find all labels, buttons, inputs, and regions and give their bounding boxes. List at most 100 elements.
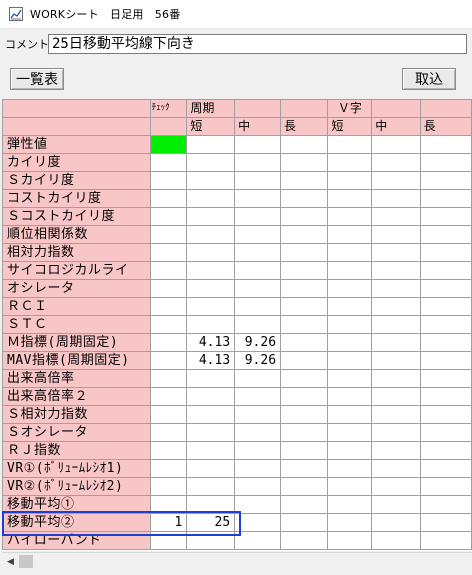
table-row[interactable]: ＲＪ指数 — [2, 441, 472, 460]
vshape-mid-cell[interactable] — [371, 189, 421, 208]
cycle-long-cell[interactable] — [280, 369, 329, 388]
table-row[interactable]: 弾性値 — [2, 135, 472, 154]
cycle-short-cell[interactable] — [186, 279, 236, 298]
vshape-mid-cell[interactable] — [371, 315, 421, 334]
cycle-long-cell[interactable] — [280, 387, 329, 406]
table-row[interactable]: ＳＴＣ — [2, 315, 472, 334]
vshape-short-cell[interactable] — [327, 369, 373, 388]
check-cell[interactable] — [149, 495, 188, 514]
cycle-mid-cell[interactable] — [234, 279, 282, 298]
cycle-long-cell[interactable] — [280, 333, 329, 352]
cycle-short-cell[interactable] — [186, 423, 236, 442]
check-cell[interactable] — [149, 261, 188, 280]
table-row[interactable]: Ｓカイリ度 — [2, 171, 472, 190]
vshape-short-cell[interactable] — [327, 531, 373, 550]
vshape-mid-cell[interactable] — [371, 513, 421, 532]
vshape-long-cell[interactable] — [419, 279, 472, 298]
table-row[interactable]: 移動平均② 1 25 — [2, 513, 472, 532]
table-row[interactable]: オシレータ — [2, 279, 472, 298]
vshape-long-cell[interactable] — [419, 351, 472, 370]
vshape-short-cell[interactable] — [327, 351, 373, 370]
vshape-mid-cell[interactable] — [371, 225, 421, 244]
cycle-long-cell[interactable] — [280, 423, 329, 442]
cycle-long-cell[interactable] — [280, 513, 329, 532]
table-row[interactable]: Ｍ指標(周期固定) 4.13 9.26 — [2, 333, 472, 352]
cycle-long-cell[interactable] — [280, 351, 329, 370]
vshape-short-cell[interactable] — [327, 387, 373, 406]
cycle-long-cell[interactable] — [280, 171, 329, 190]
check-cell[interactable] — [149, 351, 188, 370]
vshape-mid-cell[interactable] — [371, 531, 421, 550]
check-cell[interactable]: 1 — [149, 513, 188, 532]
vshape-short-cell[interactable] — [327, 459, 373, 478]
cycle-short-cell[interactable] — [186, 297, 236, 316]
vshape-mid-cell[interactable] — [371, 387, 421, 406]
check-cell[interactable] — [149, 405, 188, 424]
table-row[interactable]: 出来高倍率２ — [2, 387, 472, 406]
table-row[interactable]: 順位相関係数 — [2, 225, 472, 244]
cycle-short-cell[interactable] — [186, 225, 236, 244]
table-row[interactable]: 相対力指数 — [2, 243, 472, 262]
scrollbar-thumb[interactable] — [19, 555, 33, 568]
vshape-short-cell[interactable] — [327, 243, 373, 262]
cycle-long-cell[interactable] — [280, 225, 329, 244]
cycle-short-cell[interactable] — [186, 369, 236, 388]
vshape-short-cell[interactable] — [327, 333, 373, 352]
vshape-short-cell[interactable] — [327, 153, 373, 172]
vshape-long-cell[interactable] — [419, 513, 472, 532]
check-cell[interactable] — [149, 189, 188, 208]
cycle-mid-cell[interactable]: 9.26 — [234, 351, 282, 370]
horizontal-scrollbar[interactable]: ◀ — [2, 552, 472, 570]
vshape-mid-cell[interactable] — [371, 351, 421, 370]
vshape-mid-cell[interactable] — [371, 477, 421, 496]
vshape-long-cell[interactable] — [419, 261, 472, 280]
table-row[interactable]: コストカイリ度 — [2, 189, 472, 208]
cycle-mid-cell[interactable] — [234, 243, 282, 262]
table-row[interactable]: 出来高倍率 — [2, 369, 472, 388]
check-cell[interactable] — [149, 207, 188, 226]
cycle-mid-cell[interactable] — [234, 135, 282, 154]
cycle-long-cell[interactable] — [280, 261, 329, 280]
vshape-long-cell[interactable] — [419, 459, 472, 478]
vshape-mid-cell[interactable] — [371, 207, 421, 226]
table-row[interactable]: VR②(ﾎﾞﾘｭｰﾑﾚｼｵ2) — [2, 477, 472, 496]
check-cell[interactable] — [149, 531, 188, 550]
vshape-short-cell[interactable] — [327, 135, 373, 154]
vshape-long-cell[interactable] — [419, 207, 472, 226]
work-grid[interactable]: ﾁｪｯｸ 周期 Ｖ字短中長短中長弾性値 カイリ度 Ｓカイリ度 コストカイリ度 Ｓコストカイリ… — [2, 99, 472, 551]
vshape-mid-cell[interactable] — [371, 333, 421, 352]
cycle-long-cell[interactable] — [280, 297, 329, 316]
cycle-long-cell[interactable] — [280, 477, 329, 496]
check-cell[interactable] — [149, 441, 188, 460]
vshape-short-cell[interactable] — [327, 441, 373, 460]
vshape-short-cell[interactable] — [327, 513, 373, 532]
cycle-mid-cell[interactable] — [234, 495, 282, 514]
cycle-short-cell[interactable] — [186, 171, 236, 190]
cycle-mid-cell[interactable] — [234, 459, 282, 478]
vshape-short-cell[interactable] — [327, 423, 373, 442]
table-row[interactable]: ハイローバンド — [2, 531, 472, 550]
cycle-long-cell[interactable] — [280, 531, 329, 550]
vshape-short-cell[interactable] — [327, 315, 373, 334]
table-row[interactable]: Ｓ相対力指数 — [2, 405, 472, 424]
cycle-short-cell[interactable] — [186, 459, 236, 478]
check-cell[interactable] — [149, 477, 188, 496]
cycle-short-cell[interactable] — [186, 261, 236, 280]
vshape-mid-cell[interactable] — [371, 135, 421, 154]
check-cell[interactable] — [149, 243, 188, 262]
table-row[interactable]: Ｓコストカイリ度 — [2, 207, 472, 226]
cycle-mid-cell[interactable] — [234, 297, 282, 316]
cycle-long-cell[interactable] — [280, 279, 329, 298]
arrow-left-icon[interactable]: ◀ — [2, 553, 19, 570]
vshape-long-cell[interactable] — [419, 423, 472, 442]
load-button[interactable]: 取込 — [402, 68, 456, 90]
vshape-mid-cell[interactable] — [371, 243, 421, 262]
cycle-long-cell[interactable] — [280, 189, 329, 208]
cycle-mid-cell[interactable] — [234, 261, 282, 280]
vshape-mid-cell[interactable] — [371, 297, 421, 316]
table-row[interactable]: Ｓオシレータ — [2, 423, 472, 442]
cycle-mid-cell[interactable] — [234, 369, 282, 388]
cycle-mid-cell[interactable] — [234, 189, 282, 208]
vshape-short-cell[interactable] — [327, 297, 373, 316]
vshape-long-cell[interactable] — [419, 297, 472, 316]
